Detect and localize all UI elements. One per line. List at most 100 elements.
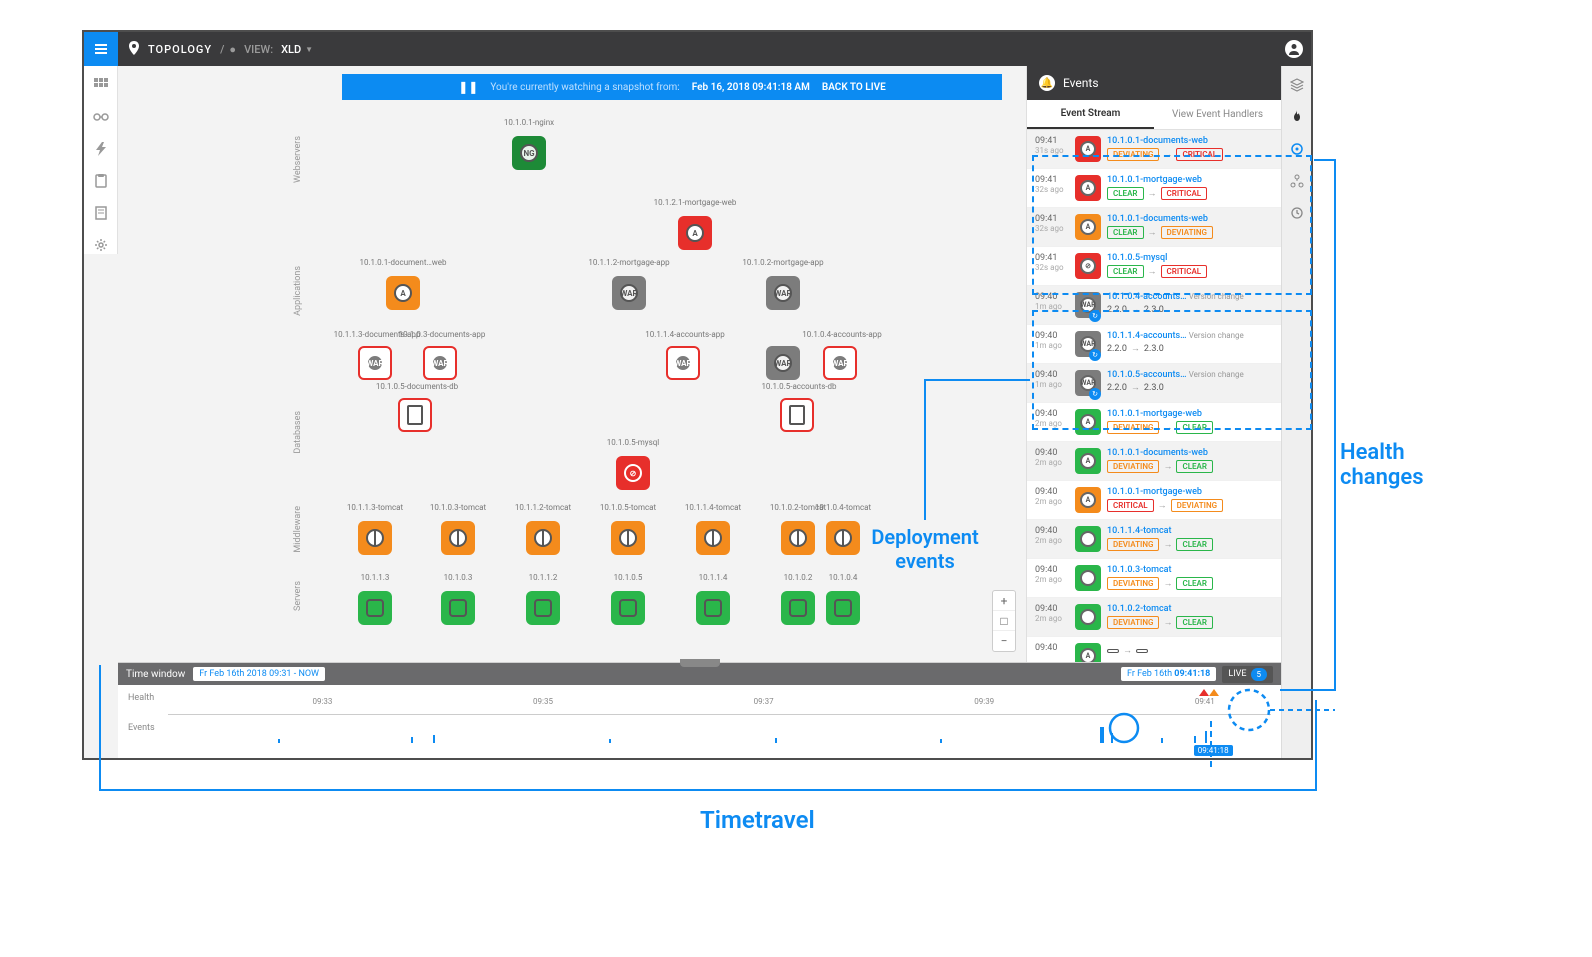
event-row[interactable]: 09:401m ago WAR 10.1.0.5-accounts… Versi…: [1027, 364, 1281, 403]
node-tomcat-2[interactable]: 10.1.0.3-tomcat: [441, 521, 475, 555]
node-server-5[interactable]: 10.1.1.4: [696, 591, 730, 625]
event-row[interactable]: 09:402m ago A 10.1.0.1-mortgage-web DEVI…: [1027, 403, 1281, 442]
event-time: 09:402m ago: [1035, 526, 1069, 552]
event-time: 09:40: [1035, 643, 1069, 662]
time-range-badge[interactable]: Fr Feb 16th 2018 09:31 - NOW: [193, 667, 325, 681]
node-documents-app-2[interactable]: 10.1.0.3-documents-appWAR: [423, 346, 457, 380]
node-documents-web[interactable]: 10.1.0.1-document…webA: [386, 276, 420, 310]
panel-handle[interactable]: [680, 659, 720, 667]
node-mortgage-app-2[interactable]: 10.1.0.2-mortgage-appWAR: [766, 276, 800, 310]
timeline-row-health-label: Health: [128, 693, 154, 703]
stack-icon[interactable]: [1288, 76, 1306, 94]
node-server-2[interactable]: 10.1.0.3: [441, 591, 475, 625]
node-tomcat-7[interactable]: 10.1.0.4-tomcat: [826, 521, 860, 555]
event-row[interactable]: 09:402m ago 10.1.0.3-tomcat DEVIATING → …: [1027, 559, 1281, 598]
zoom-out-button[interactable]: −: [993, 631, 1015, 651]
topology-canvas[interactable]: Webservers Applications Databases Middle…: [118, 66, 1026, 662]
timeline-cursor-flag: 09:41:18: [1194, 745, 1233, 756]
event-row[interactable]: 09:4132s ago A 10.1.0.1-documents-web CL…: [1027, 208, 1281, 247]
event-time: 09:401m ago: [1035, 370, 1069, 396]
event-row[interactable]: 09:401m ago WAR 10.1.1.4-accounts… Versi…: [1027, 325, 1281, 364]
event-row[interactable]: 09:4132s ago ⊘ 10.1.0.5-mysql CLEAR → CR…: [1027, 247, 1281, 286]
gear-icon[interactable]: [92, 236, 110, 254]
live-badge[interactable]: LIVE5: [1222, 666, 1273, 683]
timeline-axis[interactable]: 09:33 09:35 09:37 09:39 09:41: [168, 691, 1271, 715]
event-icon: A: [1075, 136, 1101, 162]
event-row[interactable]: 09:402m ago A 10.1.0.1-documents-web DEV…: [1027, 442, 1281, 481]
view-label: VIEW:: [244, 43, 273, 56]
node-server-1[interactable]: 10.1.1.3: [358, 591, 392, 625]
event-row[interactable]: 09:4131s ago A 10.1.0.1-documents-web DE…: [1027, 130, 1281, 169]
timeline-body[interactable]: Health Events 09:33 09:35 09:37 09:39 09…: [118, 685, 1281, 759]
grid-view-icon[interactable]: [92, 76, 110, 94]
event-icon: A: [1075, 175, 1101, 201]
events-title: Events: [1063, 76, 1099, 90]
current-time-badge[interactable]: Fr Feb 16th 09:41:18: [1121, 667, 1216, 681]
event-body: 10.1.0.1-mortgage-web CRITICAL → DEVIATI…: [1107, 487, 1273, 513]
tab-event-handlers[interactable]: View Event Handlers: [1154, 100, 1281, 129]
event-body: 10.1.0.1-documents-web CLEAR → DEVIATING: [1107, 214, 1273, 240]
node-server-6[interactable]: 10.1.0.2: [781, 591, 815, 625]
app-frame: TOPOLOGY / ● VIEW: XLD ▼ ❚❚ You're curre…: [82, 30, 1313, 760]
clipboard-icon[interactable]: [92, 172, 110, 190]
sync-icon: ↻: [1089, 388, 1101, 400]
node-documents-db[interactable]: 10.1.0.5-documents-db: [398, 398, 432, 432]
node-server-7[interactable]: 10.1.0.4: [826, 591, 860, 625]
node-tomcat-6[interactable]: 10.1.0.2-tomcat: [781, 521, 815, 555]
breadcrumb-section[interactable]: TOPOLOGY: [148, 43, 212, 56]
event-row[interactable]: 09:402m ago 10.1.1.4-tomcat DEVIATING → …: [1027, 520, 1281, 559]
zoom-reset-button[interactable]: □: [993, 611, 1015, 631]
node-tomcat-5[interactable]: 10.1.1.4-tomcat: [696, 521, 730, 555]
layer-label: Middleware: [293, 506, 303, 553]
target-icon[interactable]: [1288, 140, 1306, 158]
node-tomcat-4[interactable]: 10.1.0.5-tomcat: [611, 521, 645, 555]
layer-label: Applications: [293, 266, 303, 316]
node-tomcat-3[interactable]: 10.1.1.2-tomcat: [526, 521, 560, 555]
event-body: 10.1.0.4-accounts… Version change 2.2.0 …: [1107, 292, 1273, 318]
view-name[interactable]: XLD: [281, 43, 301, 56]
node-mortgage-app[interactable]: 10.1.1.2-mortgage-appWAR: [612, 276, 646, 310]
node-accounts-app-2[interactable]: 10.1.0.4-accounts-appWAR: [823, 346, 857, 380]
node-mortgage-web[interactable]: 10.1.2.1-mortgage-webA: [678, 216, 712, 250]
layer-label: Databases: [293, 411, 303, 454]
history-icon[interactable]: [1288, 204, 1306, 222]
timeline-panel: Time window Fr Feb 16th 2018 09:31 - NOW…: [118, 662, 1281, 758]
event-row[interactable]: 09:402m ago A 10.1.0.1-mortgage-web CRIT…: [1027, 481, 1281, 520]
book-icon[interactable]: [92, 204, 110, 222]
glasses-icon[interactable]: [92, 108, 110, 126]
chevron-down-icon[interactable]: ▼: [305, 45, 313, 54]
fire-icon[interactable]: [1288, 108, 1306, 126]
zoom-in-button[interactable]: +: [993, 591, 1015, 611]
event-icon: [1075, 604, 1101, 630]
network-icon[interactable]: [1288, 172, 1306, 190]
event-row[interactable]: 09:402m ago 10.1.0.2-tomcat DEVIATING → …: [1027, 598, 1281, 637]
event-row[interactable]: 09:401m ago WAR 10.1.0.4-accounts… Versi…: [1027, 286, 1281, 325]
timeline-events-row[interactable]: 09:41:18: [168, 723, 1271, 743]
event-body: 10.1.0.1-mortgage-web CLEAR → CRITICAL: [1107, 175, 1273, 201]
event-body: →: [1107, 643, 1273, 662]
node-accounts-app-1[interactable]: 10.1.1.4-accounts-appWAR: [666, 346, 700, 380]
node-server-3[interactable]: 10.1.1.2: [526, 591, 560, 625]
tab-event-stream[interactable]: Event Stream: [1027, 100, 1154, 129]
event-time: 09:4132s ago: [1035, 214, 1069, 240]
event-row[interactable]: 09:40 A →: [1027, 637, 1281, 662]
event-row[interactable]: 09:4132s ago A 10.1.0.1-mortgage-web CLE…: [1027, 169, 1281, 208]
event-icon: [1075, 565, 1101, 591]
menu-button[interactable]: [84, 32, 118, 66]
event-list[interactable]: 09:4131s ago A 10.1.0.1-documents-web DE…: [1027, 130, 1281, 662]
node-tomcat-1[interactable]: 10.1.1.3-tomcat: [358, 521, 392, 555]
timeline-cursor[interactable]: [1210, 721, 1212, 767]
node-nginx[interactable]: 10.1.0.1-nginxNG: [512, 136, 546, 170]
user-menu[interactable]: [1277, 32, 1311, 66]
event-icon: A: [1075, 448, 1101, 474]
layer-label: Webservers: [293, 136, 303, 183]
node-mysql[interactable]: 10.1.0.5-mysql⊘: [616, 456, 650, 490]
node-documents-app-1[interactable]: 10.1.1.3-documents-appWAR: [358, 346, 392, 380]
node-accounts-app-1b[interactable]: WAR: [766, 346, 800, 380]
event-icon: A: [1075, 409, 1101, 435]
node-server-4[interactable]: 10.1.0.5: [611, 591, 645, 625]
sync-icon: ↻: [1089, 310, 1101, 322]
time-window-label: Time window: [126, 669, 185, 680]
bolt-icon[interactable]: [92, 140, 110, 158]
node-accounts-db[interactable]: 10.1.0.5-accounts-db: [780, 398, 814, 432]
